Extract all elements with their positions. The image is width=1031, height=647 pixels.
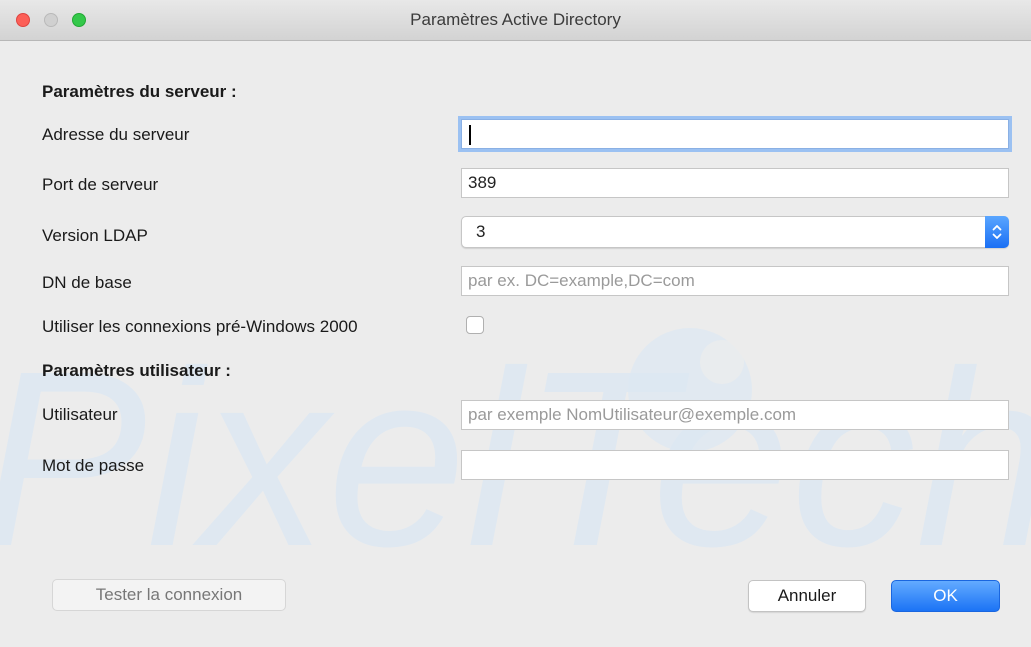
- select-stepper[interactable]: [985, 216, 1009, 248]
- server-address-input[interactable]: [461, 119, 1009, 149]
- user-label: Utilisateur: [42, 405, 118, 424]
- password-label: Mot de passe: [42, 456, 145, 475]
- password-input[interactable]: [461, 450, 1009, 480]
- ldap-version-select[interactable]: 3: [461, 216, 1009, 248]
- server-port-value: 389: [468, 173, 497, 192]
- watermark-logo: PixelTech: [0, 319, 1031, 580]
- user-section-title: Paramètres utilisateur :: [42, 361, 231, 380]
- user-placeholder: par exemple NomUtilisateur@exemple.com: [468, 405, 797, 424]
- test-connection-button[interactable]: Tester la connexion: [52, 579, 286, 611]
- ldap-version-value: 3: [476, 222, 486, 241]
- ldap-version-label: Version LDAP: [42, 226, 148, 245]
- window-title: Paramètres Active Directory: [410, 10, 621, 29]
- server-port-input[interactable]: 389: [461, 168, 1009, 198]
- base-dn-label: DN de base: [42, 273, 132, 292]
- up-down-arrows-icon: [992, 225, 1002, 239]
- active-directory-dialog: Paramètres Active Directory PixelTech Pa…: [0, 0, 1031, 647]
- server-section-title: Paramètres du serveur :: [42, 82, 237, 101]
- base-dn-input[interactable]: par ex. DC=example,DC=com: [461, 266, 1009, 296]
- title-bar: Paramètres Active Directory: [0, 0, 1031, 41]
- server-port-label: Port de serveur: [42, 175, 159, 194]
- cancel-button[interactable]: Annuler: [748, 580, 866, 612]
- pre-windows-2000-checkbox[interactable]: [466, 316, 484, 334]
- base-dn-placeholder: par ex. DC=example,DC=com: [468, 271, 695, 290]
- ok-button[interactable]: OK: [891, 580, 1000, 612]
- server-address-label: Adresse du serveur: [42, 125, 190, 144]
- text-caret: [469, 124, 471, 145]
- pre-windows-2000-label: Utiliser les connexions pré-Windows 2000: [42, 317, 358, 336]
- user-input[interactable]: par exemple NomUtilisateur@exemple.com: [461, 400, 1009, 430]
